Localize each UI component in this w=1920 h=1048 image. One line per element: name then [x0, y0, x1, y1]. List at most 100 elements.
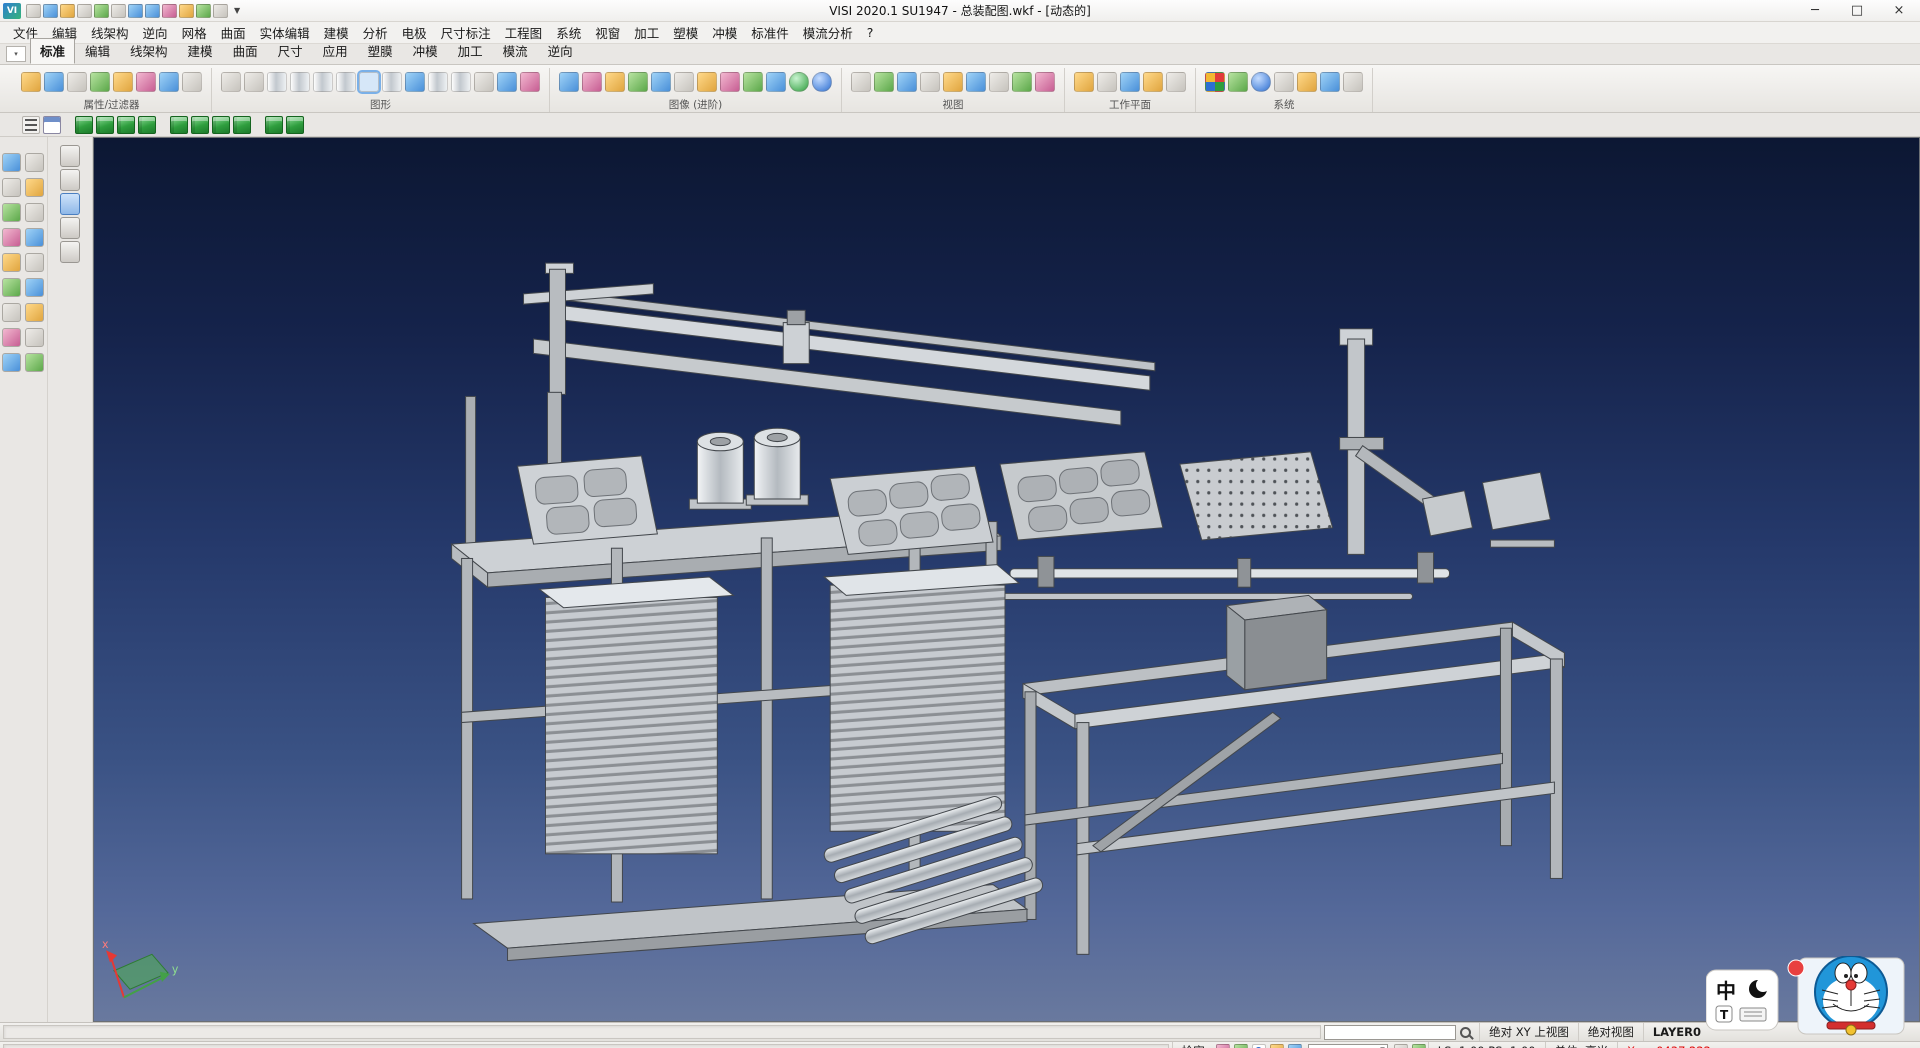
record-icon[interactable] — [1216, 1044, 1230, 1048]
workplane-rotate-icon[interactable] — [1120, 72, 1140, 92]
tab-application[interactable]: 应用 — [313, 38, 358, 64]
attribute-color-icon[interactable] — [21, 72, 41, 92]
system-colors-icon[interactable] — [1205, 72, 1225, 92]
delete-icon[interactable] — [162, 4, 177, 18]
toggle-snap-icon[interactable] — [1412, 1044, 1426, 1048]
save-icon[interactable] — [60, 4, 75, 18]
minimize-button[interactable]: ─ — [1794, 0, 1836, 21]
tab-flow[interactable]: 模流 — [493, 38, 538, 64]
settings-tool-icon[interactable] — [25, 353, 44, 372]
menu-progress[interactable]: 冲模 — [705, 21, 744, 44]
shaded-sphere-icon[interactable] — [789, 72, 809, 92]
point-icon[interactable] — [221, 72, 241, 92]
ime-tool-icon[interactable]: T — [1716, 1006, 1732, 1022]
tab-modeling[interactable]: 建模 — [178, 38, 223, 64]
printer-status-icon[interactable] — [1270, 1044, 1284, 1048]
menu-help[interactable]: ? — [860, 23, 881, 42]
view-mode-indicator[interactable]: 绝对视图 — [1578, 1023, 1643, 1041]
tab-wireframe[interactable]: 线架构 — [120, 38, 178, 64]
print-icon[interactable] — [111, 4, 126, 18]
shade-icon[interactable] — [559, 72, 579, 92]
front-view-cube-icon[interactable] — [117, 116, 135, 134]
rotate-icon[interactable] — [2, 228, 21, 247]
axon-view-cube-icon[interactable] — [233, 116, 251, 134]
zoom-window-icon[interactable] — [874, 72, 894, 92]
ellipse-icon[interactable] — [428, 72, 448, 92]
wireframe-display-icon[interactable] — [582, 72, 602, 92]
tab-reverse[interactable]: 逆向 — [538, 38, 583, 64]
maximize-button[interactable]: □ — [1836, 0, 1878, 21]
refresh-icon[interactable] — [196, 4, 211, 18]
undo-icon[interactable] — [128, 4, 143, 18]
options-icon[interactable] — [1297, 72, 1317, 92]
calculator-icon[interactable] — [1320, 72, 1340, 92]
section-icon[interactable] — [697, 72, 717, 92]
rotate-view-cube-icon[interactable] — [286, 116, 304, 134]
display-mode-icon[interactable] — [1234, 1044, 1248, 1048]
iso-view-cube-icon[interactable] — [75, 116, 93, 134]
hidden-line-icon[interactable] — [605, 72, 625, 92]
render-icon[interactable] — [628, 72, 648, 92]
search-input[interactable] — [1324, 1025, 1456, 1040]
snap-settings-icon[interactable] — [1228, 72, 1248, 92]
ime-lang-indicator[interactable]: 中 — [1716, 979, 1736, 1003]
snap-lock-label[interactable]: 拴牢 — [1172, 1042, 1214, 1048]
attribute-style-icon[interactable] — [67, 72, 87, 92]
3d-viewport[interactable]: x y — [93, 137, 1920, 1022]
selection-filter-icon[interactable] — [113, 72, 133, 92]
zoom-in-icon[interactable] — [897, 72, 917, 92]
workplane-origin-icon[interactable] — [1097, 72, 1117, 92]
workplane-align-icon[interactable] — [1143, 72, 1163, 92]
circle-icon[interactable] — [290, 72, 310, 92]
tab-progress[interactable]: 冲模 — [403, 38, 448, 64]
macro-icon[interactable] — [1343, 72, 1363, 92]
top-view-cube-icon[interactable] — [96, 116, 114, 134]
copy-icon[interactable] — [25, 203, 44, 222]
info-tool-icon[interactable] — [25, 328, 44, 347]
match-properties-icon[interactable] — [182, 72, 202, 92]
export-icon[interactable] — [94, 4, 109, 18]
print-tool-icon[interactable] — [2, 353, 21, 372]
light-icon[interactable] — [720, 72, 740, 92]
coordinate-combo[interactable] — [1308, 1044, 1388, 1048]
back-view-cube-icon[interactable] — [191, 116, 209, 134]
menu-machining[interactable]: 加工 — [627, 21, 666, 44]
viewport-layout-icon[interactable] — [43, 116, 61, 134]
mask-icon[interactable] — [136, 72, 156, 92]
mirror-icon[interactable] — [25, 228, 44, 247]
select-icon[interactable] — [2, 178, 21, 197]
tab-overflow-dropdown-icon[interactable]: ▾ — [6, 46, 26, 62]
properties-icon[interactable] — [159, 72, 179, 92]
tab-surface[interactable]: 曲面 — [223, 38, 268, 64]
cylinder-icon[interactable] — [336, 72, 356, 92]
right-view-cube-icon[interactable] — [138, 116, 156, 134]
saved-view-icon[interactable] — [60, 169, 80, 191]
move-icon[interactable] — [2, 203, 21, 222]
open-file-icon[interactable] — [43, 4, 58, 18]
active-layer-indicator[interactable]: LAYER0 — [1643, 1023, 1710, 1041]
saved-view-icon[interactable] — [60, 145, 80, 167]
workplane-icon[interactable] — [1074, 72, 1094, 92]
import-icon[interactable] — [77, 4, 92, 18]
curve-icon[interactable] — [382, 72, 402, 92]
saved-view-icon[interactable] — [60, 217, 80, 239]
settings-icon[interactable] — [179, 4, 194, 18]
ime-panel[interactable]: 中 T — [1706, 970, 1778, 1030]
tab-standard[interactable]: 标准 — [30, 38, 75, 64]
toggle-grid-icon[interactable] — [1394, 1044, 1408, 1048]
grid-icon[interactable] — [25, 303, 44, 322]
redo-icon[interactable] — [145, 4, 160, 18]
bottom-view-cube-icon[interactable] — [212, 116, 230, 134]
saved-view-icon[interactable] — [60, 241, 80, 263]
rotate-view-icon[interactable] — [966, 72, 986, 92]
keyboard-icon[interactable] — [1740, 1008, 1766, 1021]
dynamic-view-icon[interactable] — [1012, 72, 1032, 92]
tab-edit[interactable]: 编辑 — [75, 38, 120, 64]
info-icon[interactable] — [213, 4, 228, 18]
background-icon[interactable] — [743, 72, 763, 92]
new-file-icon[interactable] — [26, 4, 41, 18]
polygon-icon[interactable] — [451, 72, 471, 92]
snap-icon[interactable] — [2, 303, 21, 322]
cad-model-3d[interactable]: x y — [94, 138, 1919, 1021]
layers-icon[interactable] — [2, 278, 21, 297]
